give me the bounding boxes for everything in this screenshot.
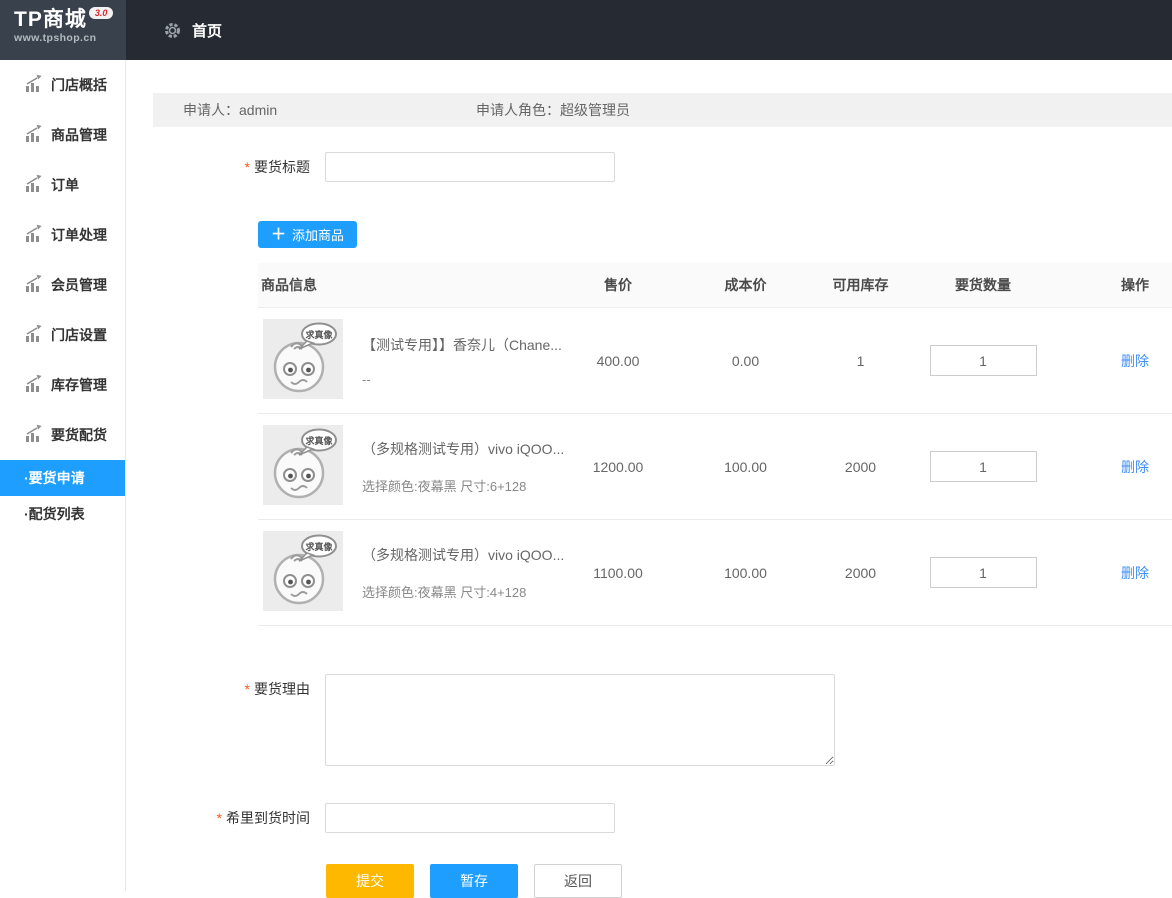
goods-table: 商品信息 售价 成本价 可用库存 要货数量 操作 <box>258 263 1172 626</box>
sidebar-item-label: 门店设置 <box>51 325 107 345</box>
stats-icon <box>23 374 43 397</box>
home-label: 首页 <box>192 20 222 41</box>
sidebar-item-order-processing[interactable]: 订单处理 <box>0 210 125 260</box>
product-price: 1100.00 <box>548 565 688 581</box>
col-quantity: 要货数量 <box>918 275 1048 295</box>
sidebar-item-members[interactable]: 会员管理 <box>0 260 125 310</box>
sidebar-subitem-distribution-list[interactable]: ·配货列表 <box>0 496 125 532</box>
sidebar-subitem-requisition-apply[interactable]: ·要货申请 <box>0 460 125 496</box>
stats-icon <box>23 124 43 147</box>
sidebar-item-label: 要货配货 <box>51 425 107 445</box>
arrival-time-row: *希里到货时间 <box>127 803 1172 833</box>
requisition-title-row: *要货标题 <box>127 152 1172 182</box>
requisition-reason-row: *要货理由 <box>127 674 1172 766</box>
product-cost: 0.00 <box>688 353 803 369</box>
quantity-input[interactable] <box>930 345 1037 376</box>
product-name: （多规格测试专用）vivo iQOO... <box>362 545 564 565</box>
stats-icon <box>23 424 43 447</box>
requisition-reason-label: *要货理由 <box>127 674 325 704</box>
arrival-time-input[interactable] <box>325 803 615 833</box>
applicant-text: 申请人：admin <box>183 100 476 120</box>
col-action: 操作 <box>1048 275 1172 295</box>
submit-button[interactable]: 提交 <box>326 864 414 898</box>
product-spec: -- <box>362 372 562 387</box>
sidebar-item-label: 商品管理 <box>51 125 107 145</box>
col-stock: 可用库存 <box>803 275 918 295</box>
applicant-info-bar: 申请人：admin 申请人角色：超级管理员 <box>153 93 1172 127</box>
required-asterisk: * <box>245 681 250 697</box>
gear-icon <box>163 21 182 40</box>
back-button[interactable]: 返回 <box>534 864 622 898</box>
product-spec: 选择颜色:夜幕黑 尺寸:4+128 <box>362 582 564 601</box>
sidebar-item-goods[interactable]: 商品管理 <box>0 110 125 160</box>
svg-text:求真像: 求真像 <box>305 329 333 340</box>
sidebar-item-inventory[interactable]: 库存管理 <box>0 360 125 410</box>
requisition-title-label: *要货标题 <box>127 152 325 182</box>
stats-icon <box>23 174 43 197</box>
product-name: （多规格测试专用）vivo iQOO... <box>362 439 564 459</box>
arrival-time-label: *希里到货时间 <box>127 803 325 833</box>
product-stock: 2000 <box>803 565 918 581</box>
quantity-input[interactable] <box>930 451 1037 482</box>
table-row: 求真像 （多规格测试专用）vivo iQOO... 选择颜色:夜幕黑 尺寸:4+… <box>258 520 1172 626</box>
quantity-input[interactable] <box>930 557 1037 588</box>
stats-icon <box>23 324 43 347</box>
topbar: TP商城 3.0 www.tpshop.cn 首页 <box>0 0 1172 60</box>
table-row: 求真像 【测试专用】】香奈儿（Chane... -- 400.00 0.00 1… <box>258 308 1172 414</box>
sidebar-item-label: 门店概括 <box>51 75 107 95</box>
product-stock: 1 <box>803 353 918 369</box>
sidebar-subitem-label: ·配货列表 <box>24 504 85 524</box>
svg-text:求真像: 求真像 <box>305 541 333 552</box>
logo-domain: www.tpshop.cn <box>14 32 126 44</box>
stats-icon <box>23 74 43 97</box>
requisition-title-input[interactable] <box>325 152 615 182</box>
plus-icon: ＋ <box>271 227 286 242</box>
logo[interactable]: TP商城 3.0 www.tpshop.cn <box>0 0 126 60</box>
requisition-reason-textarea[interactable] <box>325 674 835 766</box>
sidebar-item-label: 订单处理 <box>51 225 107 245</box>
sidebar-item-label: 库存管理 <box>51 375 107 395</box>
sidebar: 门店概括 商品管理 订单 订单处理 会员管理 门店设置 库存管理 要货配货 ·要… <box>0 60 126 891</box>
col-price: 售价 <box>548 275 688 295</box>
required-asterisk: * <box>217 810 222 826</box>
delete-link[interactable]: 删除 <box>1121 565 1149 581</box>
sidebar-item-requisition[interactable]: 要货配货 <box>0 410 125 460</box>
logo-title: TP商城 <box>14 9 87 31</box>
goods-table-header: 商品信息 售价 成本价 可用库存 要货数量 操作 <box>258 263 1172 308</box>
main-content: 申请人：admin 申请人角色：超级管理员 *要货标题 ＋ 添加商品 商品信息 … <box>127 60 1172 891</box>
col-cost: 成本价 <box>688 275 803 295</box>
delete-link[interactable]: 删除 <box>1121 459 1149 475</box>
col-product-info: 商品信息 <box>258 275 548 295</box>
product-cost: 100.00 <box>688 459 803 475</box>
stats-icon <box>23 274 43 297</box>
table-row: 求真像 （多规格测试专用）vivo iQOO... 选择颜色:夜幕黑 尺寸:6+… <box>258 414 1172 520</box>
svg-text:求真像: 求真像 <box>305 435 333 446</box>
sidebar-item-orders[interactable]: 订单 <box>0 160 125 210</box>
sidebar-item-label: 会员管理 <box>51 275 107 295</box>
product-stock: 2000 <box>803 459 918 475</box>
applicant-role-text: 申请人角色：超级管理员 <box>476 100 630 120</box>
required-asterisk: * <box>245 159 250 175</box>
sidebar-item-label: 订单 <box>51 175 79 195</box>
product-price: 1200.00 <box>548 459 688 475</box>
delete-link[interactable]: 删除 <box>1121 353 1149 369</box>
form-actions: 提交 暂存 返回 <box>326 864 1172 898</box>
product-placeholder-image: 求真像 <box>263 425 343 508</box>
stats-icon <box>23 224 43 247</box>
product-placeholder-image: 求真像 <box>263 531 343 614</box>
sidebar-item-store-settings[interactable]: 门店设置 <box>0 310 125 360</box>
product-cost: 100.00 <box>688 565 803 581</box>
sidebar-subitem-label: ·要货申请 <box>24 468 85 488</box>
product-spec: 选择颜色:夜幕黑 尺寸:6+128 <box>362 476 564 495</box>
product-price: 400.00 <box>548 353 688 369</box>
add-product-button[interactable]: ＋ 添加商品 <box>258 221 357 248</box>
save-draft-button[interactable]: 暂存 <box>430 864 518 898</box>
version-badge: 3.0 <box>89 7 114 19</box>
product-placeholder-image: 求真像 <box>263 319 343 402</box>
sidebar-item-store-overview[interactable]: 门店概括 <box>0 60 125 110</box>
tab-home[interactable]: 首页 <box>163 0 222 60</box>
product-name: 【测试专用】】香奈儿（Chane... <box>362 335 562 355</box>
